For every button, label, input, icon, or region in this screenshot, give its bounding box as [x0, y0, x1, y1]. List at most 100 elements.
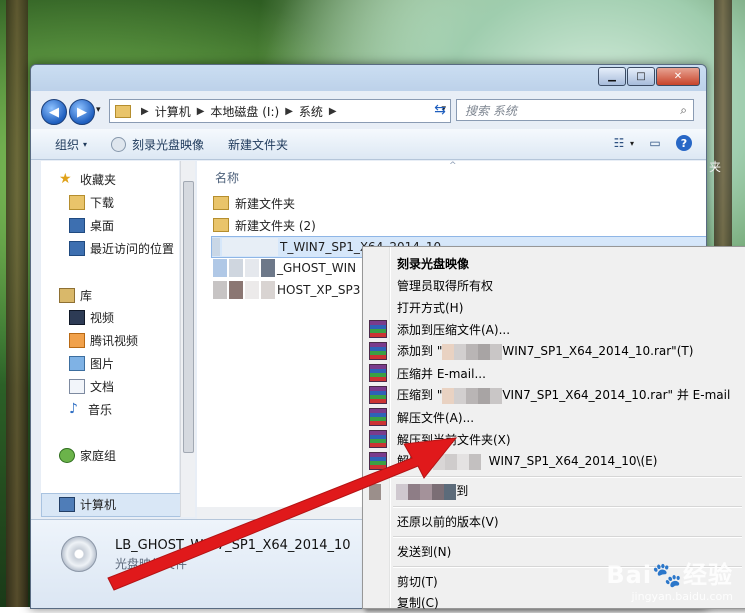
- nav-item-desktop[interactable]: 桌面: [69, 215, 114, 235]
- baidu-watermark: Bai🐾经验 jingyan.baidu.com: [606, 555, 733, 603]
- nav-item-downloads[interactable]: 下载: [69, 192, 114, 212]
- tree-trunk: [6, 0, 28, 607]
- blurred-region: [261, 259, 275, 277]
- address-bar[interactable]: ▶ 计算机 ▶ 本地磁盘 (I:) ▶ 系统 ▶ ▾: [109, 99, 451, 123]
- recent-pages-dropdown[interactable]: ▾: [96, 105, 101, 115]
- star-icon: ★: [59, 170, 72, 187]
- breadcrumb-computer[interactable]: 计算机: [155, 103, 191, 120]
- scrollbar-thumb[interactable]: [183, 181, 194, 453]
- menu-item-extract-files[interactable]: 解压文件(A)...: [365, 406, 744, 428]
- nav-computer[interactable]: 计算机: [59, 494, 116, 514]
- breadcrumb-separator[interactable]: ▶: [197, 106, 205, 117]
- menu-separator: [393, 506, 742, 508]
- menu-item-take-ownership[interactable]: 管理员取得所有权: [365, 274, 744, 296]
- nav-label: 桌面: [90, 218, 115, 233]
- forward-button[interactable]: ▶: [69, 99, 95, 125]
- search-icon[interactable]: ⌕: [680, 103, 687, 118]
- file-name: 新建文件夹 (2): [235, 218, 316, 233]
- nav-item-tencent-video[interactable]: 腾讯视频: [69, 330, 138, 350]
- disc-image-icon: [61, 536, 97, 572]
- winrar-icon: [369, 342, 387, 360]
- help-icon[interactable]: ?: [676, 135, 692, 151]
- back-button[interactable]: ◀: [41, 99, 67, 125]
- search-input[interactable]: 搜索 系统 ⌕: [456, 99, 694, 121]
- nav-label: 腾讯视频: [90, 333, 139, 348]
- menu-item-add-to-rar[interactable]: 添加到 " WIN7_SP1_X64_2014_10.rar"(T): [365, 340, 744, 362]
- list-item[interactable]: 新建文件夹: [213, 193, 295, 213]
- nav-item-videos[interactable]: 视频: [69, 307, 114, 327]
- nav-libraries[interactable]: 库: [59, 285, 92, 305]
- breadcrumb-drive[interactable]: 本地磁盘 (I:): [210, 103, 279, 120]
- list-item[interactable]: _GHOST_WIN: [213, 258, 356, 278]
- breadcrumb-separator[interactable]: ▶: [285, 106, 293, 117]
- menu-item-open-with[interactable]: 打开方式(H): [365, 296, 744, 318]
- nav-label: 库: [80, 288, 93, 303]
- details-file-type: 光盘映像文件: [115, 557, 188, 571]
- recent-places-icon: [69, 240, 85, 256]
- new-folder-button[interactable]: 新建文件夹: [228, 136, 288, 153]
- menu-item-burn[interactable]: 刻录光盘映像: [365, 252, 744, 274]
- paw-icon: 🐾: [652, 561, 683, 589]
- blurred-region: [213, 281, 227, 299]
- breadcrumb-folder[interactable]: 系统: [299, 103, 323, 120]
- title-bar[interactable]: ▁ □ ✕: [31, 65, 706, 91]
- column-header-name[interactable]: 名称: [215, 169, 239, 186]
- nav-item-documents[interactable]: 文档: [69, 376, 114, 396]
- nav-item-recent-places[interactable]: 最近访问的位置: [69, 238, 174, 258]
- file-name: HOST_XP_SP3: [277, 283, 361, 297]
- watermark-logo: Bai🐾经验: [606, 561, 733, 589]
- nav-item-pictures[interactable]: 图片: [69, 353, 114, 373]
- nav-homegroup[interactable]: 家庭组: [59, 445, 116, 465]
- blurred-region: [245, 281, 259, 299]
- watermark-url: jingyan.baidu.com: [631, 590, 733, 603]
- menu-label: 解压到 WIN7_SP1_X64_2014_10\(E): [397, 453, 658, 470]
- preview-pane-icon[interactable]: ▭: [646, 135, 664, 151]
- menu-item-compress-email[interactable]: 压缩并 E-mail...: [365, 362, 744, 384]
- menu-item-blurred[interactable]: 到: [365, 480, 744, 502]
- breadcrumb-separator[interactable]: ▶: [329, 106, 337, 117]
- nav-favorites[interactable]: ★ 收藏夹: [59, 169, 116, 189]
- menu-item-extract-to-folder[interactable]: 解压到 WIN7_SP1_X64_2014_10\(E): [365, 450, 744, 472]
- menu-label: 到: [369, 482, 468, 500]
- toolbar-right-group: ☷ ▾ ▭ ?: [598, 135, 692, 151]
- maximize-button[interactable]: □: [627, 67, 655, 86]
- library-icon: [59, 287, 75, 303]
- burn-disc-image-button[interactable]: 刻录光盘映像: [111, 136, 204, 153]
- organize-button[interactable]: 组织 ▾: [55, 136, 87, 153]
- winrar-icon: [369, 430, 387, 448]
- winrar-icon: [369, 320, 387, 338]
- tencent-video-icon: [69, 332, 85, 348]
- file-name: 新建文件夹: [235, 196, 296, 211]
- menu-item-extract-here[interactable]: 解压到当前文件夹(X): [365, 428, 744, 450]
- view-options-icon[interactable]: ☷: [610, 135, 628, 151]
- blurred-region: [245, 259, 259, 277]
- close-button[interactable]: ✕: [656, 67, 700, 86]
- breadcrumb-separator[interactable]: ▶: [141, 106, 149, 117]
- navigation-bar: ◀ ▶ ▾ ▶ 计算机 ▶ 本地磁盘 (I:) ▶ 系统 ▶ ▾ ⇆ 搜索 系统…: [31, 93, 706, 127]
- chevron-down-icon: ▾: [83, 139, 88, 149]
- nav-pane-scrollbar[interactable]: [180, 161, 195, 517]
- details-file-name: LB_GHOST_WIN7_SP1_X64_2014_10 修: [115, 538, 376, 553]
- menu-item-compress-to-rar-email[interactable]: 压缩到 " VIN7_SP1_X64_2014_10.rar" 并 E-mail: [365, 384, 744, 406]
- computer-icon: [59, 496, 75, 512]
- blurred-region: [229, 281, 243, 299]
- list-item[interactable]: 新建文件夹 (2): [213, 215, 316, 235]
- chevron-down-icon[interactable]: ▾: [630, 139, 634, 148]
- menu-item-restore-previous[interactable]: 还原以前的版本(V): [365, 510, 744, 532]
- folder-icon: [213, 196, 229, 210]
- desktop-icon-label[interactable]: 夹: [709, 158, 721, 175]
- minimize-button[interactable]: ▁: [598, 67, 626, 86]
- winrar-icon: [369, 452, 387, 470]
- nav-label: 计算机: [80, 497, 117, 512]
- sort-indicator-icon: ^: [449, 161, 457, 171]
- winrar-icon: [369, 408, 387, 426]
- blurred-region: [261, 281, 275, 299]
- blurred-region: [213, 259, 227, 277]
- nav-item-music[interactable]: ♪ 音乐: [69, 399, 112, 419]
- menu-item-add-to-archive[interactable]: 添加到压缩文件(A)...: [365, 318, 744, 340]
- refresh-icon[interactable]: ⇆: [429, 99, 451, 121]
- winrar-icon: [369, 386, 387, 404]
- blurred-region: [229, 259, 243, 277]
- list-item[interactable]: HOST_XP_SP3: [213, 280, 360, 300]
- music-note-icon: ♪: [69, 400, 78, 417]
